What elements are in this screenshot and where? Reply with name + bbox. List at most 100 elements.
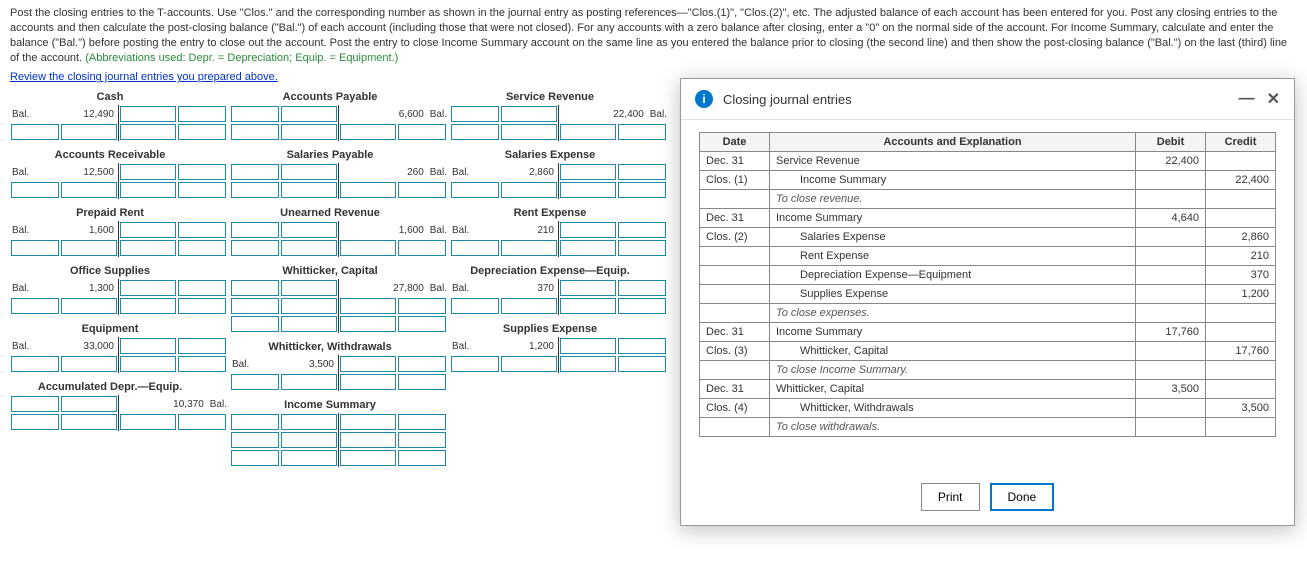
- t-account-input[interactable]: [618, 222, 666, 238]
- t-account-input[interactable]: [451, 240, 499, 256]
- t-account-input[interactable]: [120, 298, 176, 314]
- t-account-input[interactable]: [178, 182, 226, 198]
- t-account-input[interactable]: [120, 280, 176, 296]
- t-account-input[interactable]: [451, 298, 499, 314]
- t-account-input[interactable]: [560, 298, 616, 314]
- t-account-input[interactable]: [178, 280, 226, 296]
- t-account-input[interactable]: [618, 240, 666, 256]
- t-account-input[interactable]: [340, 316, 396, 332]
- t-account-input[interactable]: [618, 280, 666, 296]
- t-account-input[interactable]: [340, 432, 396, 448]
- t-account-input[interactable]: [178, 356, 226, 372]
- t-account-input[interactable]: [178, 164, 226, 180]
- t-account-input[interactable]: [281, 450, 337, 466]
- t-account-input[interactable]: [231, 432, 279, 448]
- review-link[interactable]: Review the closing journal entries you p…: [0, 69, 288, 91]
- t-account-input[interactable]: [398, 414, 446, 430]
- t-account-input[interactable]: [340, 374, 396, 390]
- t-account-input[interactable]: [231, 374, 279, 390]
- t-account-input[interactable]: [340, 240, 396, 256]
- t-account-input[interactable]: [120, 124, 176, 140]
- t-account-input[interactable]: [451, 182, 499, 198]
- t-account-input[interactable]: [120, 182, 176, 198]
- close-icon[interactable]: ✕: [1267, 89, 1280, 109]
- t-account-input[interactable]: [618, 124, 666, 140]
- print-button[interactable]: Print: [921, 483, 980, 511]
- t-account-input[interactable]: [120, 106, 176, 122]
- t-account-input[interactable]: [398, 316, 446, 332]
- t-account-input[interactable]: [560, 222, 616, 238]
- t-account-input[interactable]: [178, 298, 226, 314]
- t-account-input[interactable]: [231, 280, 279, 296]
- t-account-input[interactable]: [398, 450, 446, 466]
- t-account-input[interactable]: [281, 164, 337, 180]
- t-account-input[interactable]: [178, 106, 226, 122]
- t-account-input[interactable]: [61, 124, 117, 140]
- t-account-input[interactable]: [281, 298, 337, 314]
- t-account-input[interactable]: [11, 182, 59, 198]
- t-account-input[interactable]: [231, 316, 279, 332]
- t-account-input[interactable]: [560, 280, 616, 296]
- t-account-input[interactable]: [281, 124, 337, 140]
- t-account-input[interactable]: [398, 374, 446, 390]
- t-account-input[interactable]: [178, 222, 226, 238]
- t-account-input[interactable]: [501, 356, 557, 372]
- t-account-input[interactable]: [398, 182, 446, 198]
- t-account-input[interactable]: [281, 106, 337, 122]
- t-account-input[interactable]: [120, 338, 176, 354]
- t-account-input[interactable]: [231, 164, 279, 180]
- t-account-input[interactable]: [501, 298, 557, 314]
- t-account-input[interactable]: [340, 182, 396, 198]
- t-account-input[interactable]: [340, 124, 396, 140]
- t-account-input[interactable]: [231, 414, 279, 430]
- t-account-input[interactable]: [281, 316, 337, 332]
- t-account-input[interactable]: [501, 182, 557, 198]
- t-account-input[interactable]: [618, 338, 666, 354]
- t-account-input[interactable]: [178, 240, 226, 256]
- t-account-input[interactable]: [501, 240, 557, 256]
- t-account-input[interactable]: [11, 414, 59, 430]
- t-account-input[interactable]: [231, 240, 279, 256]
- t-account-input[interactable]: [178, 124, 226, 140]
- t-account-input[interactable]: [11, 356, 59, 372]
- t-account-input[interactable]: [120, 356, 176, 372]
- t-account-input[interactable]: [451, 106, 499, 122]
- t-account-input[interactable]: [618, 182, 666, 198]
- t-account-input[interactable]: [340, 298, 396, 314]
- t-account-input[interactable]: [11, 124, 59, 140]
- t-account-input[interactable]: [398, 124, 446, 140]
- t-account-input[interactable]: [231, 222, 279, 238]
- t-account-input[interactable]: [340, 450, 396, 466]
- t-account-input[interactable]: [281, 280, 337, 296]
- t-account-input[interactable]: [281, 432, 337, 448]
- t-account-input[interactable]: [501, 106, 557, 122]
- t-account-input[interactable]: [11, 298, 59, 314]
- t-account-input[interactable]: [618, 164, 666, 180]
- t-account-input[interactable]: [618, 356, 666, 372]
- done-button[interactable]: Done: [990, 483, 1055, 511]
- t-account-input[interactable]: [61, 298, 117, 314]
- t-account-input[interactable]: [120, 164, 176, 180]
- t-account-input[interactable]: [231, 106, 279, 122]
- t-account-input[interactable]: [231, 182, 279, 198]
- t-account-input[interactable]: [120, 414, 176, 430]
- t-account-input[interactable]: [281, 240, 337, 256]
- t-account-input[interactable]: [281, 182, 337, 198]
- t-account-input[interactable]: [178, 338, 226, 354]
- t-account-input[interactable]: [281, 414, 337, 430]
- t-account-input[interactable]: [61, 396, 117, 412]
- t-account-input[interactable]: [61, 414, 117, 430]
- t-account-input[interactable]: [398, 240, 446, 256]
- t-account-input[interactable]: [560, 356, 616, 372]
- t-account-input[interactable]: [560, 338, 616, 354]
- t-account-input[interactable]: [398, 298, 446, 314]
- t-account-input[interactable]: [398, 356, 446, 372]
- t-account-input[interactable]: [11, 240, 59, 256]
- t-account-input[interactable]: [560, 240, 616, 256]
- t-account-input[interactable]: [340, 356, 396, 372]
- t-account-input[interactable]: [340, 414, 396, 430]
- t-account-input[interactable]: [560, 182, 616, 198]
- minimize-icon[interactable]: —: [1239, 90, 1255, 108]
- t-account-input[interactable]: [231, 124, 279, 140]
- t-account-input[interactable]: [398, 432, 446, 448]
